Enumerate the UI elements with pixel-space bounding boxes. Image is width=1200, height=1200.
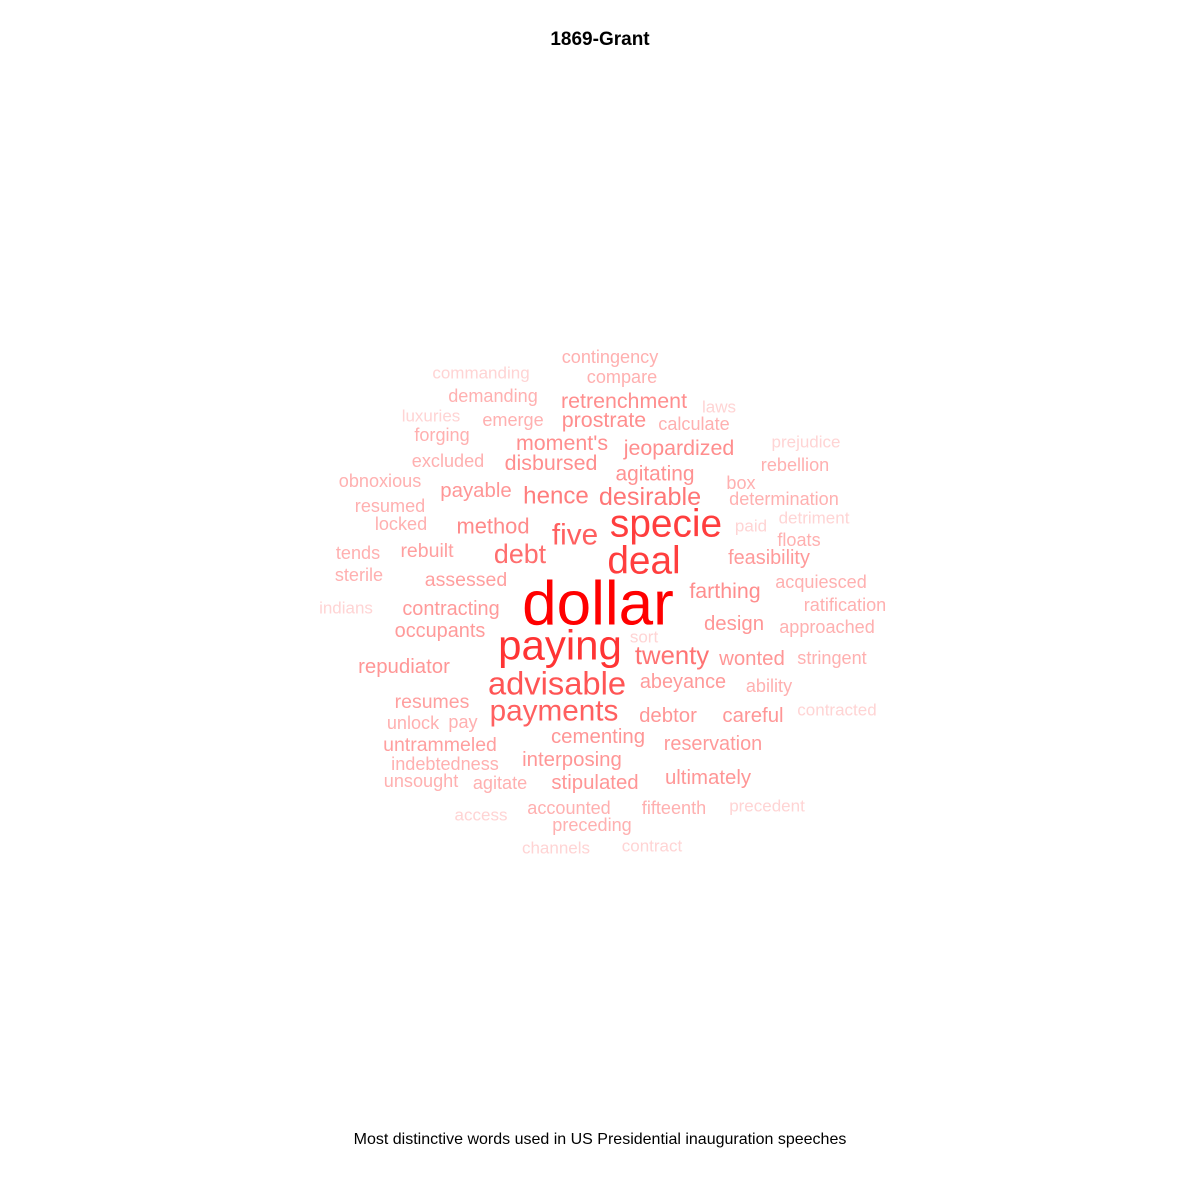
word-contingency: contingency: [562, 347, 660, 367]
word-detriment: detriment: [779, 509, 850, 528]
word-paid: paid: [735, 517, 767, 536]
word-pay: pay: [448, 712, 478, 732]
word-sterile: sterile: [335, 565, 383, 585]
word-unlock: unlock: [387, 713, 440, 733]
word-paying: paying: [498, 622, 622, 669]
word-feasibility: feasibility: [728, 547, 810, 569]
word-forging: forging: [414, 425, 469, 445]
word-resumed: resumed: [355, 496, 425, 516]
word-design: design: [704, 613, 764, 635]
word-hence: hence: [523, 483, 589, 510]
word-calculate: calculate: [658, 414, 729, 434]
word-farthing: farthing: [689, 579, 760, 603]
word-interposing: interposing: [522, 749, 622, 771]
word-sort: sort: [630, 628, 659, 647]
word-careful: careful: [722, 705, 783, 727]
word-acquiesced: acquiesced: [775, 572, 867, 592]
word-debt: debt: [494, 539, 547, 569]
word-agitate: agitate: [473, 773, 527, 793]
word-commanding: commanding: [432, 364, 529, 383]
word-determination: determination: [729, 489, 839, 509]
word-floats: floats: [777, 530, 820, 550]
word-channels: channels: [522, 839, 590, 858]
word-contracted: contracted: [797, 701, 876, 720]
word-stipulated: stipulated: [551, 772, 638, 794]
word-payable: payable: [440, 480, 511, 502]
word-reservation: reservation: [664, 733, 762, 755]
word-contract: contract: [622, 837, 683, 856]
word-unsought: unsought: [384, 771, 458, 791]
word-laws: laws: [702, 398, 736, 417]
word-assessed: assessed: [425, 569, 507, 591]
word-resumes: resumes: [395, 691, 470, 713]
word-locked: locked: [375, 514, 427, 534]
chart-caption: Most distinctive words used in US Presid…: [353, 1131, 847, 1148]
word-compare: compare: [587, 367, 657, 387]
word-jeopardized: jeopardized: [623, 436, 735, 460]
word-rebellion: rebellion: [761, 455, 829, 475]
word-contracting: contracting: [402, 598, 499, 620]
word-indians: indians: [319, 599, 373, 618]
word-ability: ability: [746, 676, 793, 696]
word-approached: approached: [779, 617, 875, 637]
word-agitating: agitating: [616, 463, 695, 486]
word-luxuries: luxuries: [402, 407, 461, 426]
word-access: access: [455, 806, 508, 825]
word-payments: payments: [490, 695, 619, 728]
word-desirable: desirable: [599, 483, 701, 511]
word-method: method: [456, 514, 529, 539]
word-tends: tends: [336, 543, 380, 563]
word-demanding: demanding: [448, 386, 538, 406]
word-ratification: ratification: [804, 595, 886, 615]
word-five: five: [552, 519, 598, 552]
word-rebuilt: rebuilt: [400, 540, 454, 562]
word-obnoxious: obnoxious: [339, 471, 422, 491]
word-debtor: debtor: [639, 705, 697, 727]
word-ultimately: ultimately: [665, 767, 752, 789]
word-wonted: wonted: [718, 648, 785, 670]
word-prostrate: prostrate: [562, 408, 646, 432]
word-stringent: stringent: [797, 648, 866, 668]
word-cloud: dollarpayingspeciedealadvisablepaymentsf…: [319, 347, 886, 858]
word-repudiator: repudiator: [358, 656, 450, 678]
word-prejudice: prejudice: [772, 433, 841, 452]
word-preceding: preceding: [552, 815, 631, 835]
word-precedent: precedent: [729, 797, 805, 816]
word-cementing: cementing: [551, 726, 645, 748]
word-emerge: emerge: [482, 410, 543, 430]
word-deal: deal: [607, 540, 680, 583]
word-abeyance: abeyance: [640, 671, 726, 693]
word-excluded: excluded: [412, 451, 484, 471]
word-disbursed: disbursed: [505, 451, 598, 475]
word-occupants: occupants: [395, 620, 486, 642]
word-fifteenth: fifteenth: [642, 798, 706, 818]
word-untrammeled: untrammeled: [383, 734, 497, 756]
